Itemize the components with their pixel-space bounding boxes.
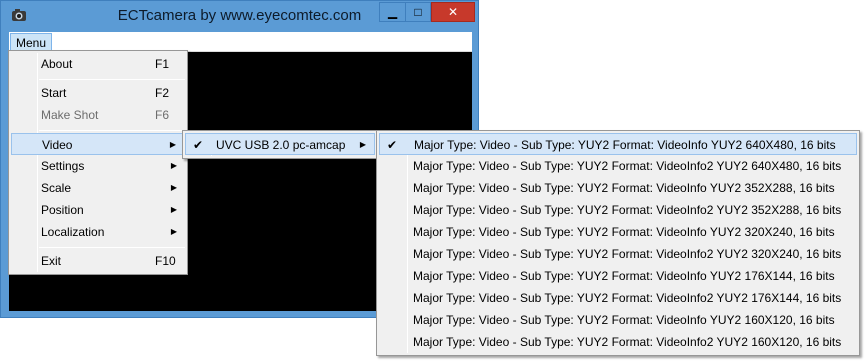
menu-separator — [39, 130, 185, 131]
menu-item-start[interactable]: Start F2 — [11, 82, 185, 104]
menu-item-label: Video — [42, 138, 73, 152]
menu-button[interactable]: Menu — [10, 33, 53, 51]
menu-item-shortcut: F6 — [155, 108, 170, 122]
menu-item-label: Exit — [41, 254, 62, 268]
minimize-button[interactable]: ▁ — [379, 2, 406, 22]
menu-item-label: Settings — [41, 159, 85, 173]
format-item[interactable]: Major Type: Video - Sub Type: YUY2 Forma… — [379, 221, 857, 243]
format-item-label: Major Type: Video - Sub Type: YUY2 Forma… — [413, 269, 835, 283]
menu-item-label: Make Shot — [41, 108, 99, 122]
format-item-label: Major Type: Video - Sub Type: YUY2 Forma… — [413, 247, 842, 261]
menu-item-make-shot: Make Shot F6 — [11, 104, 185, 126]
format-item[interactable]: Major Type: Video - Sub Type: YUY2 Forma… — [379, 199, 857, 221]
format-item-label: Major Type: Video - Sub Type: YUY2 Forma… — [413, 181, 835, 195]
menu-item-shortcut: F2 — [155, 86, 170, 100]
format-item-label: Major Type: Video - Sub Type: YUY2 Forma… — [413, 203, 842, 217]
format-item[interactable]: Major Type: Video - Sub Type: YUY2 Forma… — [379, 265, 857, 287]
menu-item-label: About — [41, 57, 73, 71]
menu-item-label: Scale — [41, 181, 72, 195]
menu-item-shortcut: F1 — [155, 57, 170, 71]
video-submenu: ✔ UVC USB 2.0 pc-amcap ▶ — [182, 130, 378, 159]
menu-item-settings[interactable]: Settings ▶ — [11, 155, 185, 177]
format-item[interactable]: Major Type: Video - Sub Type: YUY2 Forma… — [379, 177, 857, 199]
main-menu: About F1 Start F2 Make Shot F6 Video ▶ S… — [8, 50, 188, 275]
submenu-arrow-icon: ▶ — [170, 205, 177, 214]
format-item-label: Major Type: Video - Sub Type: YUY2 Forma… — [413, 313, 835, 327]
menu-item-label: UVC USB 2.0 pc-amcap — [216, 138, 346, 152]
submenu-arrow-icon: ▶ — [359, 140, 366, 149]
menu-item-shortcut: F10 — [155, 254, 176, 268]
menu-separator — [39, 79, 185, 80]
menu-item-exit[interactable]: Exit F10 — [11, 250, 185, 272]
menu-bar: Menu — [9, 32, 472, 52]
format-item-label: Major Type: Video - Sub Type: YUY2 Forma… — [413, 291, 842, 305]
checkmark-icon: ✔ — [387, 138, 398, 152]
submenu-arrow-icon: ▶ — [169, 140, 176, 149]
menu-item-label: Localization — [41, 225, 105, 239]
format-item[interactable]: Major Type: Video - Sub Type: YUY2 Forma… — [379, 155, 857, 177]
menu-item-localization[interactable]: Localization ▶ — [11, 221, 185, 243]
format-item-label: Major Type: Video - Sub Type: YUY2 Forma… — [413, 159, 842, 173]
format-item[interactable]: ✔ Major Type: Video - Sub Type: YUY2 For… — [379, 133, 857, 155]
menu-item-label: Start — [41, 86, 67, 100]
format-item[interactable]: Major Type: Video - Sub Type: YUY2 Forma… — [379, 309, 857, 331]
maximize-button[interactable]: □ — [405, 2, 431, 22]
submenu-arrow-icon: ▶ — [170, 183, 177, 192]
menu-item-uvc-camera[interactable]: ✔ UVC USB 2.0 pc-amcap ▶ — [185, 133, 375, 155]
submenu-arrow-icon: ▶ — [170, 227, 177, 236]
menu-item-video[interactable]: Video ▶ — [11, 133, 185, 155]
format-item-label: Major Type: Video - Sub Type: YUY2 Forma… — [413, 335, 842, 349]
format-item[interactable]: Major Type: Video - Sub Type: YUY2 Forma… — [379, 331, 857, 353]
menu-item-label: Position — [41, 203, 84, 217]
format-item-label: Major Type: Video - Sub Type: YUY2 Forma… — [414, 138, 836, 152]
menu-item-about[interactable]: About F1 — [11, 53, 185, 75]
format-item-label: Major Type: Video - Sub Type: YUY2 Forma… — [413, 225, 835, 239]
format-submenu: ✔ Major Type: Video - Sub Type: YUY2 For… — [376, 130, 860, 356]
close-button[interactable]: ✕ — [431, 2, 475, 22]
format-item[interactable]: Major Type: Video - Sub Type: YUY2 Forma… — [379, 287, 857, 309]
checkmark-icon: ✔ — [193, 138, 204, 152]
title-bar[interactable]: ECTcamera by www.eyecomtec.com ▁ □ ✕ — [1, 1, 478, 31]
menu-item-position[interactable]: Position ▶ — [11, 199, 185, 221]
menu-separator — [39, 247, 185, 248]
menu-item-scale[interactable]: Scale ▶ — [11, 177, 185, 199]
submenu-arrow-icon: ▶ — [170, 161, 177, 170]
format-item[interactable]: Major Type: Video - Sub Type: YUY2 Forma… — [379, 243, 857, 265]
